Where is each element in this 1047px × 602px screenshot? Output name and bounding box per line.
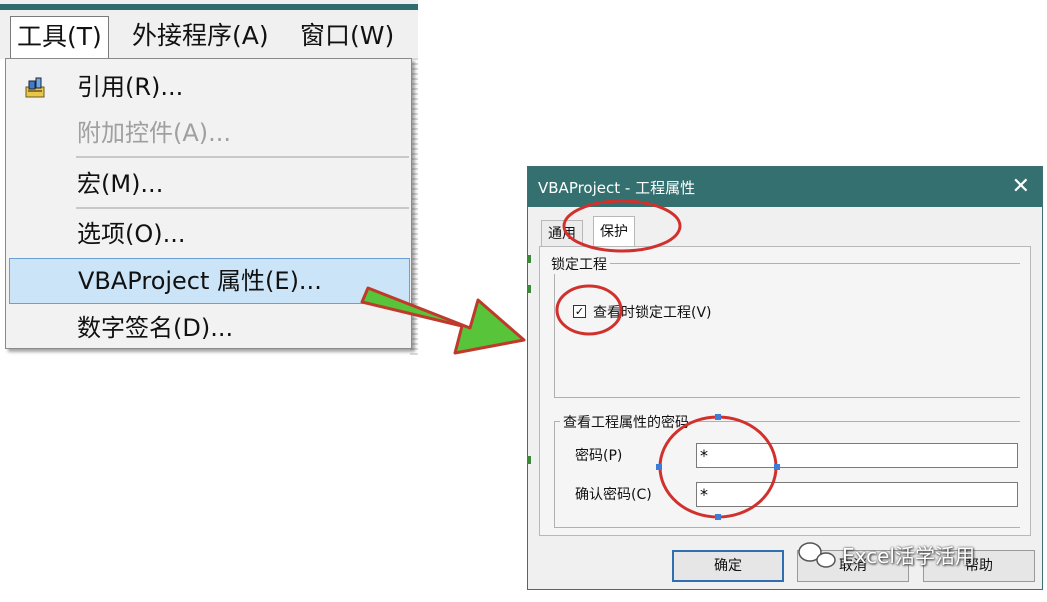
menu-item-project-properties[interactable]: VBAProject 属性(E)... bbox=[9, 258, 410, 304]
background-mark bbox=[527, 285, 531, 293]
tab-general[interactable]: 通用 bbox=[541, 220, 583, 246]
password-label: 密码(P) bbox=[575, 448, 623, 464]
menu-separator bbox=[76, 207, 409, 209]
close-icon[interactable]: ✕ bbox=[1012, 174, 1030, 199]
confirm-password-input[interactable]: * bbox=[696, 482, 1018, 507]
dialog-title: VBAProject - 工程属性 bbox=[538, 179, 696, 197]
group-divider bbox=[554, 263, 555, 397]
group-divider bbox=[554, 263, 1020, 264]
menu-item-label: 引用(R)... bbox=[77, 73, 184, 101]
title-accent-line bbox=[0, 4, 418, 10]
tab-panel-protection: 锁定工程 ✓ 查看时锁定工程(V) 查看工程属性的密码 密码(P) * 确认密码… bbox=[539, 246, 1031, 536]
watermark-text: Excel活学活用 bbox=[842, 544, 975, 568]
lock-project-checkbox[interactable]: ✓ bbox=[573, 305, 586, 318]
menu-addins[interactable]: 外接程序(A) bbox=[126, 16, 275, 58]
group-divider bbox=[554, 421, 555, 527]
menu-item-additional-controls: 附加控件(A)... bbox=[9, 111, 409, 155]
group-divider bbox=[554, 527, 1020, 528]
menu-tools[interactable]: 工具(T) bbox=[10, 16, 109, 58]
menu-item-label: 数字签名(D)... bbox=[77, 314, 234, 342]
menu-item-digital-signature[interactable]: 数字签名(D)... bbox=[9, 306, 409, 350]
references-icon bbox=[25, 77, 45, 98]
confirm-password-label: 确认密码(C) bbox=[575, 487, 652, 503]
menu-item-label: 附加控件(A)... bbox=[77, 119, 232, 147]
ok-button[interactable]: 确定 bbox=[672, 550, 784, 582]
password-group-label: 查看工程属性的密码 bbox=[560, 412, 692, 432]
background-mark bbox=[527, 456, 531, 464]
project-properties-dialog: VBAProject - 工程属性 ✕ 通用 保护 锁定工程 ✓ 查看时锁定工程… bbox=[527, 166, 1043, 590]
menu-window[interactable]: 窗口(W) bbox=[294, 16, 400, 58]
background-mark bbox=[527, 255, 531, 263]
lock-project-label: 查看时锁定工程(V) bbox=[593, 305, 712, 321]
tab-protection[interactable]: 保护 bbox=[593, 216, 635, 247]
menu-item-references[interactable]: 引用(R)... bbox=[9, 65, 409, 109]
menu-item-label: 选项(O)... bbox=[77, 220, 186, 248]
group-divider bbox=[554, 397, 1020, 398]
password-input[interactable]: * bbox=[696, 443, 1018, 468]
menu-item-macros[interactable]: 宏(M)... bbox=[9, 162, 409, 206]
menu-item-options[interactable]: 选项(O)... bbox=[9, 212, 409, 256]
menu-bar: 工具(T) 外接程序(A) 窗口(W) bbox=[0, 0, 418, 59]
tools-dropdown-menu: 引用(R)... 附加控件(A)... 宏(M)... 选项(O)... VBA… bbox=[5, 58, 412, 349]
lock-group-label: 锁定工程 bbox=[548, 254, 610, 274]
menu-item-label: VBAProject 属性(E)... bbox=[78, 267, 322, 295]
menu-item-label: 宏(M)... bbox=[77, 170, 164, 198]
dialog-titlebar: VBAProject - 工程属性 ✕ bbox=[528, 167, 1042, 207]
menu-separator bbox=[76, 156, 409, 158]
